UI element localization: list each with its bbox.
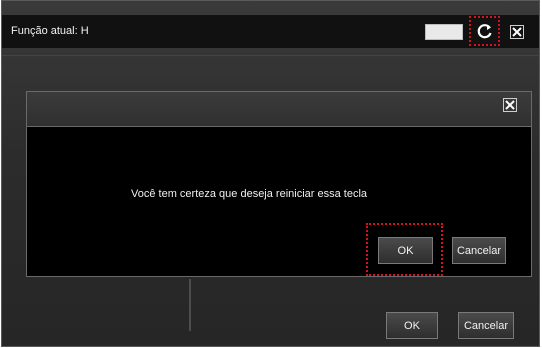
refresh-icon[interactable] xyxy=(476,22,494,40)
window-cancel-button[interactable]: Cancelar xyxy=(458,312,514,339)
divider xyxy=(2,55,539,56)
dialog-ok-button[interactable]: OK xyxy=(378,237,433,264)
window-ok-button[interactable]: OK xyxy=(386,312,438,339)
window-title: Função atual: H xyxy=(11,25,89,37)
dialog-header xyxy=(27,92,531,127)
confirm-dialog: Você tem certeza que deseja reiniciar es… xyxy=(26,91,532,277)
window-titlebar: Função atual: H xyxy=(2,15,539,48)
close-icon[interactable] xyxy=(510,25,524,39)
key-function-window: Função atual: H Você tem certeza que des… xyxy=(1,0,540,347)
divider xyxy=(189,279,191,331)
function-key-field[interactable] xyxy=(425,24,463,40)
dialog-close-icon[interactable] xyxy=(503,98,517,112)
dialog-cancel-button[interactable]: Cancelar xyxy=(452,237,506,264)
confirm-message: Você tem certeza que deseja reiniciar es… xyxy=(131,188,368,200)
